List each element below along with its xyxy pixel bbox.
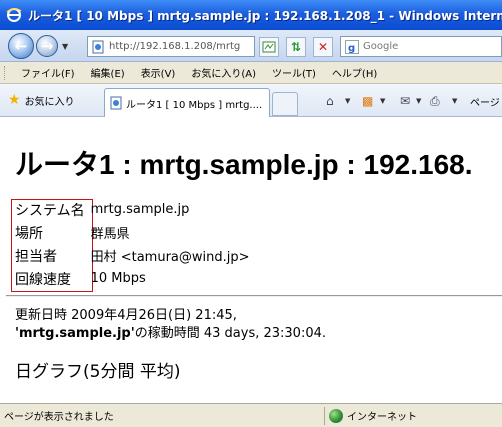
internet-explorer-icon — [6, 8, 22, 22]
updated-timestamp: 更新日時 2009年4月26日(日) 21:45, — [15, 308, 237, 323]
print-dropdown-icon[interactable]: ▼ — [452, 97, 457, 105]
menu-favorites[interactable]: お気に入り(A) — [183, 65, 264, 80]
info-label: 回線速度 — [15, 271, 71, 288]
status-text: ページが表示されました — [4, 412, 114, 423]
info-value: 10 Mbps — [90, 271, 146, 286]
svg-text:g: g — [348, 43, 355, 54]
menu-view[interactable]: 表示(V) — [133, 65, 184, 80]
info-table: システム名 mrtg.sample.jp 場所 群馬県 担当者 田村 <tamu… — [12, 198, 253, 290]
toolbar-grip[interactable] — [4, 65, 7, 80]
zone-label: インターネット — [347, 412, 417, 423]
page-content: ルータ1 : mrtg.sample.jp : 192.168. システム名 m… — [0, 117, 502, 403]
page-icon — [110, 96, 122, 110]
refresh-icon: ⇅ — [290, 40, 302, 54]
page-icon — [92, 40, 104, 53]
table-row: 回線速度 10 Mbps — [12, 267, 253, 290]
uptime-suffix: . — [321, 326, 327, 341]
address-url: http://192.168.1.208/mrtg — [109, 41, 241, 52]
mail-icon[interactable]: ✉ — [400, 94, 410, 108]
search-input[interactable]: g Google — [340, 36, 502, 57]
history-dropdown-icon[interactable]: ▼ — [62, 42, 68, 51]
info-value: mrtg.sample.jp — [90, 202, 190, 217]
tab-active[interactable]: ルータ1 [ 10 Mbps ] mrtg.... — [104, 88, 270, 117]
info-label: 担当者 — [15, 248, 57, 265]
uptime-line: 'mrtg.sample.jp'の稼動時間 43 days, 23:30:04. — [15, 322, 326, 341]
navigation-bar: ← → ▼ http://192.168.1.208/mrtg ⇅ ✕ g Go… — [0, 30, 502, 62]
stop-button[interactable]: ✕ — [313, 37, 333, 57]
tab-label: ルータ1 [ 10 Mbps ] mrtg.... — [126, 99, 263, 111]
table-row: 担当者 田村 <tamura@wind.jp> — [12, 244, 253, 267]
arrow-right-icon: → — [40, 37, 54, 55]
menu-file[interactable]: ファイル(F) — [13, 65, 83, 80]
favorites-button[interactable]: ★ お気に入り — [8, 92, 75, 108]
status-separator — [324, 406, 325, 425]
compatibility-view-icon — [262, 41, 276, 53]
info-label: 場所 — [15, 225, 43, 242]
daily-graph-heading: 日グラフ(5分間 平均) — [15, 362, 181, 382]
forward-button[interactable]: → — [36, 35, 58, 57]
menu-help[interactable]: ヘルプ(H) — [324, 65, 385, 80]
arrow-left-icon: ← — [14, 37, 28, 55]
menu-bar: ファイル(F) 編集(E) 表示(V) お気に入り(A) ツール(T) ヘルプ(… — [0, 62, 502, 84]
globe-icon — [329, 408, 343, 423]
new-tab-button[interactable] — [272, 92, 298, 116]
google-icon: g — [345, 39, 359, 54]
info-label: システム名 — [15, 202, 85, 219]
page-menu[interactable]: ページ — [470, 94, 500, 109]
divider — [6, 295, 502, 297]
uptime-host: 'mrtg.sample.jp' — [15, 326, 135, 341]
table-row: システム名 mrtg.sample.jp — [12, 198, 253, 221]
window-title: ルータ1 [ 10 Mbps ] mrtg.sample.jp : 192.16… — [28, 8, 502, 23]
info-value: 群馬県 — [90, 227, 130, 242]
uptime-value: 43 days, 23:30:04 — [203, 326, 322, 341]
security-zone[interactable]: インターネット — [329, 408, 417, 423]
window-titlebar: ルータ1 [ 10 Mbps ] mrtg.sample.jp : 192.16… — [0, 0, 502, 30]
refresh-button[interactable]: ⇅ — [286, 37, 306, 57]
compatibility-view-button[interactable] — [259, 37, 279, 57]
home-dropdown-icon[interactable]: ▼ — [345, 97, 350, 105]
back-button[interactable]: ← — [8, 33, 34, 59]
info-value: 田村 <tamura@wind.jp> — [90, 250, 250, 265]
mail-dropdown-icon[interactable]: ▼ — [416, 97, 421, 105]
menu-edit[interactable]: 編集(E) — [83, 65, 133, 80]
feeds-dropdown-icon[interactable]: ▼ — [380, 97, 385, 105]
status-bar: ページが表示されました インターネット — [0, 403, 502, 427]
table-row: 場所 群馬県 — [12, 221, 253, 244]
address-bar[interactable]: http://192.168.1.208/mrtg — [87, 36, 255, 57]
home-icon[interactable]: ⌂ — [326, 94, 334, 108]
favorites-label: お気に入り — [24, 96, 75, 108]
page-title: ルータ1 : mrtg.sample.jp : 192.168. — [15, 149, 473, 180]
uptime-label: の稼動時間 — [134, 326, 204, 341]
search-placeholder: Google — [363, 41, 399, 52]
menu-tools[interactable]: ツール(T) — [264, 65, 324, 80]
feeds-icon[interactable]: ▩ — [362, 94, 373, 108]
star-icon: ★ — [8, 92, 21, 108]
close-icon: ✕ — [317, 40, 329, 54]
print-icon[interactable]: ⎙ — [430, 94, 440, 109]
favorites-bar: ★ お気に入り ルータ1 [ 10 Mbps ] mrtg.... ⌂ ▼ ▩ … — [0, 84, 502, 117]
